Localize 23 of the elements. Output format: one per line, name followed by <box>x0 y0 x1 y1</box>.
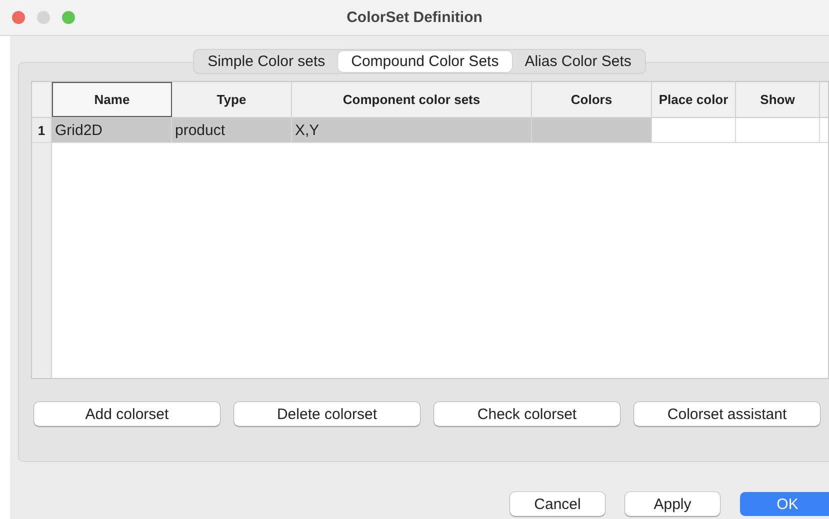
column-header[interactable]: Place color <box>652 82 736 117</box>
column-header[interactable]: Type <box>172 82 292 117</box>
table-cell: product <box>172 118 292 142</box>
close-button[interactable] <box>12 11 25 24</box>
action-button[interactable]: Add colorset <box>34 402 220 426</box>
tab[interactable]: Alias Color Sets <box>512 51 644 72</box>
table-cell: X,Y <box>292 118 532 142</box>
action-button[interactable]: Check colorset <box>434 402 620 426</box>
action-button[interactable]: Delete colorset <box>234 402 420 426</box>
tab[interactable]: Simple Color sets <box>194 51 338 72</box>
minimize-button[interactable] <box>37 11 50 24</box>
action-button[interactable]: Colorset assistant <box>634 402 820 426</box>
column-header[interactable]: Colors <box>532 82 652 117</box>
column-header[interactable]: Component color sets <box>292 82 532 117</box>
dialog-button[interactable]: Cancel <box>510 492 605 516</box>
column-header[interactable]: Show <box>736 82 820 117</box>
table-cell: Grid2D <box>52 118 172 142</box>
window-title: ColorSet Definition <box>346 9 482 26</box>
tab[interactable]: Compound Color Sets <box>338 51 512 72</box>
zoom-button[interactable] <box>62 11 75 24</box>
ok-button[interactable]: OK <box>740 492 829 516</box>
dialog-button[interactable]: Apply <box>625 492 720 516</box>
column-header[interactable]: Name <box>52 82 172 117</box>
